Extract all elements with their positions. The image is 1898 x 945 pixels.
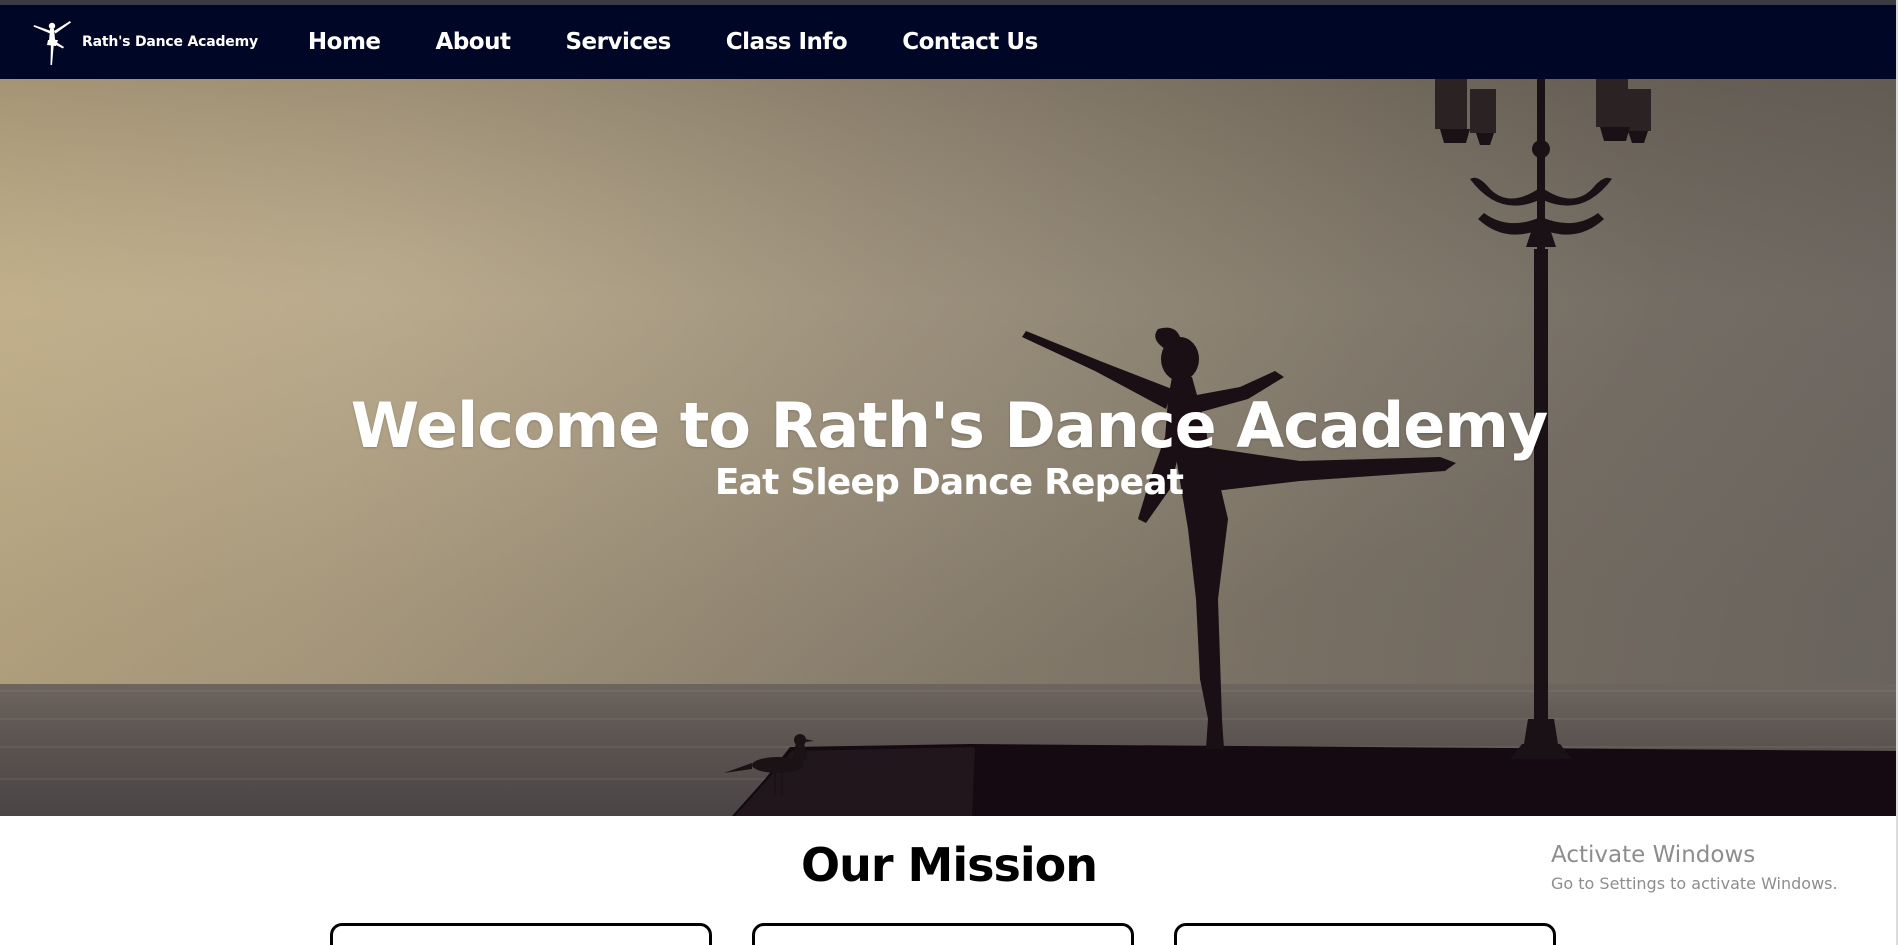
brand-link[interactable]: Rath's Dance Academy: [30, 5, 258, 79]
mission-card: [330, 923, 712, 945]
hero-subtitle: Eat Sleep Dance Repeat: [714, 462, 1184, 503]
watermark-subtitle: Go to Settings to activate Windows.: [1551, 874, 1838, 893]
nav-about[interactable]: About: [436, 29, 511, 55]
navbar: Rath's Dance Academy Home About Services…: [0, 5, 1898, 79]
activate-windows-watermark: Activate Windows Go to Settings to activ…: [1551, 842, 1838, 893]
mission-card: [1174, 923, 1556, 945]
nav-class-info[interactable]: Class Info: [726, 29, 848, 55]
ballerina-logo-icon: [33, 21, 71, 65]
mission-card: [752, 923, 1134, 945]
hero-banner: Welcome to Rath's Dance Academy Eat Slee…: [0, 79, 1898, 816]
nav-contact-us[interactable]: Contact Us: [902, 29, 1038, 55]
watermark-title: Activate Windows: [1551, 842, 1756, 868]
brand-name: Rath's Dance Academy: [82, 34, 258, 50]
nav-services[interactable]: Services: [565, 29, 671, 55]
nav-menu: Home About Services Class Info Contact U…: [308, 29, 1093, 55]
hero-title: Welcome to Rath's Dance Academy: [350, 389, 1549, 462]
nav-home[interactable]: Home: [308, 29, 381, 55]
